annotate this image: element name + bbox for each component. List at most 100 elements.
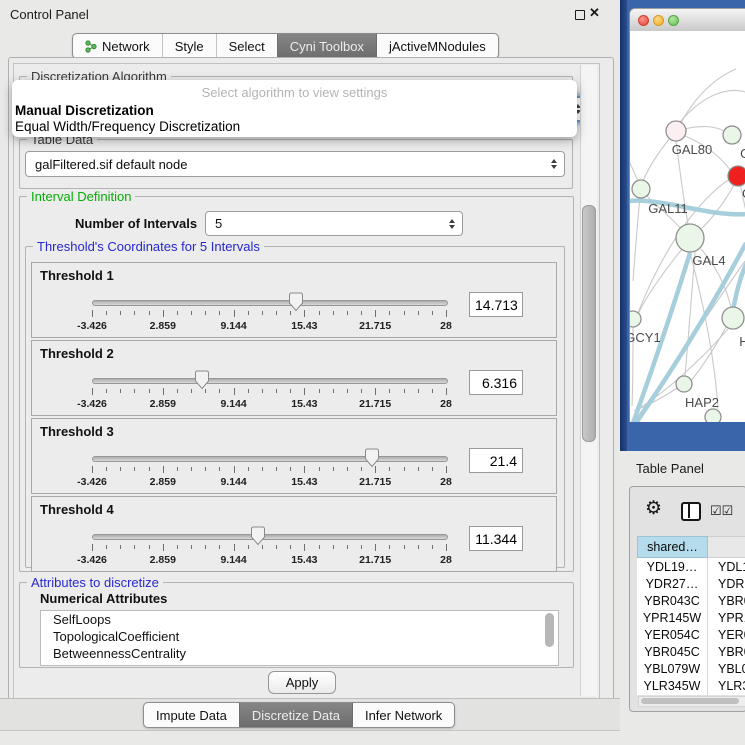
tick-mark <box>262 311 263 315</box>
table-row[interactable]: YBR043C YBR0 <box>637 592 745 609</box>
table-cell-shared-name[interactable]: YBL079W <box>637 660 708 677</box>
tab[interactable]: Style <box>162 34 216 58</box>
slider-track[interactable] <box>92 534 448 540</box>
attribute-list-item[interactable]: TopologicalCoefficient <box>41 628 558 645</box>
threshold-value-field[interactable] <box>469 526 523 551</box>
threshold-value-field[interactable] <box>469 370 523 395</box>
table-cell-name[interactable]: YPR1 <box>708 609 745 626</box>
mac-minimize-icon[interactable] <box>653 15 664 26</box>
tab[interactable]: Impute Data <box>144 703 239 727</box>
table-cell-name[interactable]: YLR3 <box>708 677 745 694</box>
slider-track[interactable] <box>92 300 448 306</box>
column-header-name[interactable]: n <box>708 536 745 558</box>
table-cell-shared-name[interactable]: YDL19… <box>637 558 708 575</box>
table-cell-name[interactable]: YIL0 <box>708 694 745 695</box>
threshold-slider[interactable]: -3.4262.8599.14415.4321.71528 <box>92 527 446 567</box>
attributes-scrollbar[interactable] <box>545 613 554 647</box>
close-icon[interactable]: ✕ <box>589 5 600 21</box>
table-cell-name[interactable]: YDR2 <box>708 575 745 592</box>
threshold-slider[interactable]: -3.4262.8599.14415.4321.71528 <box>92 293 446 333</box>
network-edge[interactable] <box>643 138 670 181</box>
mac-zoom-icon[interactable] <box>668 15 679 26</box>
table-row[interactable]: YIL052C YIL0 <box>637 694 745 695</box>
network-node[interactable] <box>676 224 704 252</box>
table-cell-shared-name[interactable]: YBR043C <box>637 592 708 609</box>
tab[interactable]: Select <box>216 34 277 58</box>
table-cell-shared-name[interactable]: YER054C <box>637 626 708 643</box>
network-edge[interactable] <box>685 127 724 131</box>
column-header-shared-name[interactable]: shared… <box>637 536 708 558</box>
network-node[interactable] <box>723 126 741 144</box>
tab[interactable]: Infer Network <box>352 703 454 727</box>
tick-mark <box>290 467 291 471</box>
network-node[interactable] <box>666 121 686 141</box>
combo-arrows-icon <box>551 159 557 169</box>
threshold-slider[interactable]: -3.4262.8599.14415.4321.71528 <box>92 371 446 411</box>
tick-label: 2.859 <box>150 398 176 410</box>
number-of-intervals-combobox[interactable]: 5 <box>205 211 463 236</box>
table-row[interactable]: YBR045C YBR0 <box>637 643 745 660</box>
table-row[interactable]: YDL19… YDL1 <box>637 558 745 575</box>
tab[interactable]: Discretize Data <box>239 703 352 727</box>
tab[interactable]: Network <box>73 34 162 58</box>
network-edge[interactable] <box>680 90 745 122</box>
gear-icon[interactable]: ⚙ <box>645 499 662 519</box>
attribute-list-item[interactable]: BetweennessCentrality <box>41 645 558 662</box>
table-row[interactable]: YBL079W YBL0 <box>637 660 745 677</box>
table-row[interactable]: YDR27… YDR2 <box>637 575 745 592</box>
numerical-attributes-list[interactable]: SelfLoopsTopologicalCoefficientBetweenne… <box>40 610 559 666</box>
network-edge[interactable] <box>630 159 639 183</box>
network-node[interactable] <box>676 376 692 392</box>
table-cell-shared-name[interactable]: YLR345W <box>637 677 708 694</box>
table-hscrollbar-thumb[interactable] <box>641 698 739 704</box>
table-cell-name[interactable]: YBR0 <box>708 592 745 609</box>
table-cell-name[interactable]: YBR0 <box>708 643 745 660</box>
tick-mark <box>361 311 362 315</box>
table-row[interactable]: YPR145W YPR1 <box>637 609 745 626</box>
algorithm-option[interactable]: Equal Width/Frequency Discretization <box>12 119 577 135</box>
slider-track[interactable] <box>92 456 448 462</box>
slider-thumb[interactable] <box>364 448 380 468</box>
slider-thumb[interactable] <box>288 292 304 312</box>
tick-label: 21.715 <box>359 398 391 410</box>
slider-thumb[interactable] <box>194 370 210 390</box>
threshold-value-field[interactable] <box>469 448 523 473</box>
network-edge[interactable] <box>633 198 640 281</box>
apply-button[interactable]: Apply <box>268 671 336 694</box>
threshold-value-field[interactable] <box>469 292 523 317</box>
network-node-label: HAP2 <box>685 395 719 410</box>
attribute-list-item[interactable]: SelfLoops <box>41 611 558 628</box>
network-node[interactable] <box>632 180 650 198</box>
panel-scrollbar-thumb[interactable] <box>582 205 596 442</box>
threshold-slider[interactable]: -3.4262.8599.14415.4321.71528 <box>92 449 446 489</box>
checkbox-icons[interactable]: ☑☑ <box>710 503 733 519</box>
algorithm-option[interactable]: Manual Discretization <box>12 103 577 119</box>
mac-close-icon[interactable] <box>638 15 649 26</box>
float-window-icon[interactable] <box>575 10 585 20</box>
tab[interactable]: jActiveMNodules <box>376 34 498 58</box>
table-cell-name[interactable]: YER0 <box>708 626 745 643</box>
table-cell-shared-name[interactable]: YBR045C <box>637 643 708 660</box>
network-edge[interactable] <box>680 69 736 125</box>
table-cell-shared-name[interactable]: YDR27… <box>637 575 708 592</box>
slider-track[interactable] <box>92 378 448 384</box>
slider-thumb[interactable] <box>250 526 266 546</box>
network-window-titlebar[interactable] <box>630 9 745 32</box>
table-row[interactable]: YLR345W YLR3 <box>637 677 745 694</box>
table-cell-shared-name[interactable]: YIL052C <box>637 694 708 695</box>
tab[interactable]: Cyni Toolbox <box>277 34 376 58</box>
threshold-label: Threshold 1 <box>40 268 114 283</box>
table-cell-name[interactable]: YDL1 <box>708 558 745 575</box>
table-cell-name[interactable]: YBL0 <box>708 660 745 677</box>
network-node[interactable] <box>705 409 721 422</box>
network-edge[interactable] <box>701 185 734 229</box>
network-canvas[interactable]: GAL80G.GGAL11GAL4GCY1HHAP2 <box>630 31 745 422</box>
network-node[interactable] <box>630 311 641 327</box>
table-data-combobox[interactable]: galFiltered.sif default node <box>25 151 565 177</box>
column-browse-icon[interactable] <box>681 502 701 521</box>
table-cell-shared-name[interactable]: YPR145W <box>637 609 708 626</box>
tick-mark <box>92 466 93 473</box>
network-node[interactable] <box>722 307 744 329</box>
table-row[interactable]: YER054C YER0 <box>637 626 745 643</box>
network-node[interactable] <box>728 166 745 186</box>
